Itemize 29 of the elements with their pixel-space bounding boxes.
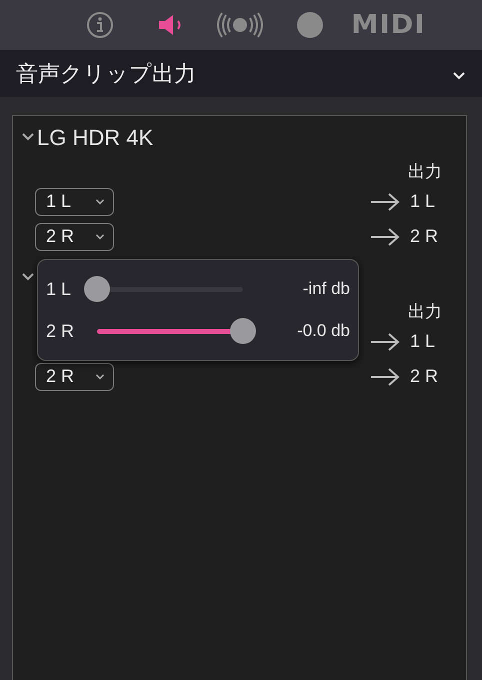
output-channel: 1 L [410, 191, 436, 212]
output-heading: 出力 [407, 161, 443, 183]
chevron-down-icon[interactable] [21, 272, 35, 282]
circle-icon[interactable] [294, 10, 325, 40]
arrow-right-icon [370, 226, 400, 246]
output-channel: 2 R [410, 366, 438, 387]
device-name: LG HDR 4K [37, 125, 154, 151]
arrow-right-icon [370, 332, 400, 352]
slider-thumb[interactable] [84, 276, 110, 302]
output-channel: 1 L [410, 331, 436, 352]
level-reading: -inf db [302, 279, 350, 299]
chevron-down-icon[interactable] [95, 232, 105, 240]
output-heading: 出力 [407, 301, 443, 323]
slider-thumb[interactable] [230, 318, 256, 344]
level-reading: -0.0 db [296, 321, 350, 341]
arrow-right-icon [370, 366, 400, 386]
channel-select[interactable]: 2 R [35, 362, 114, 390]
chevron-down-icon[interactable] [21, 132, 35, 142]
channel-label: 2 R [46, 320, 76, 342]
section-title: 音声クリップ出力 [16, 60, 196, 88]
channel-label: 1 L [46, 278, 72, 300]
broadcast-icon[interactable] [216, 10, 263, 40]
channel-select[interactable]: 1 L [35, 188, 114, 216]
info-icon[interactable] [84, 10, 115, 40]
chevron-down-icon[interactable] [95, 372, 105, 380]
channel-select[interactable]: 2 R [35, 222, 114, 250]
output-channel: 2 R [410, 226, 438, 247]
chevron-down-icon[interactable] [95, 198, 105, 206]
arrow-right-icon [370, 192, 400, 212]
